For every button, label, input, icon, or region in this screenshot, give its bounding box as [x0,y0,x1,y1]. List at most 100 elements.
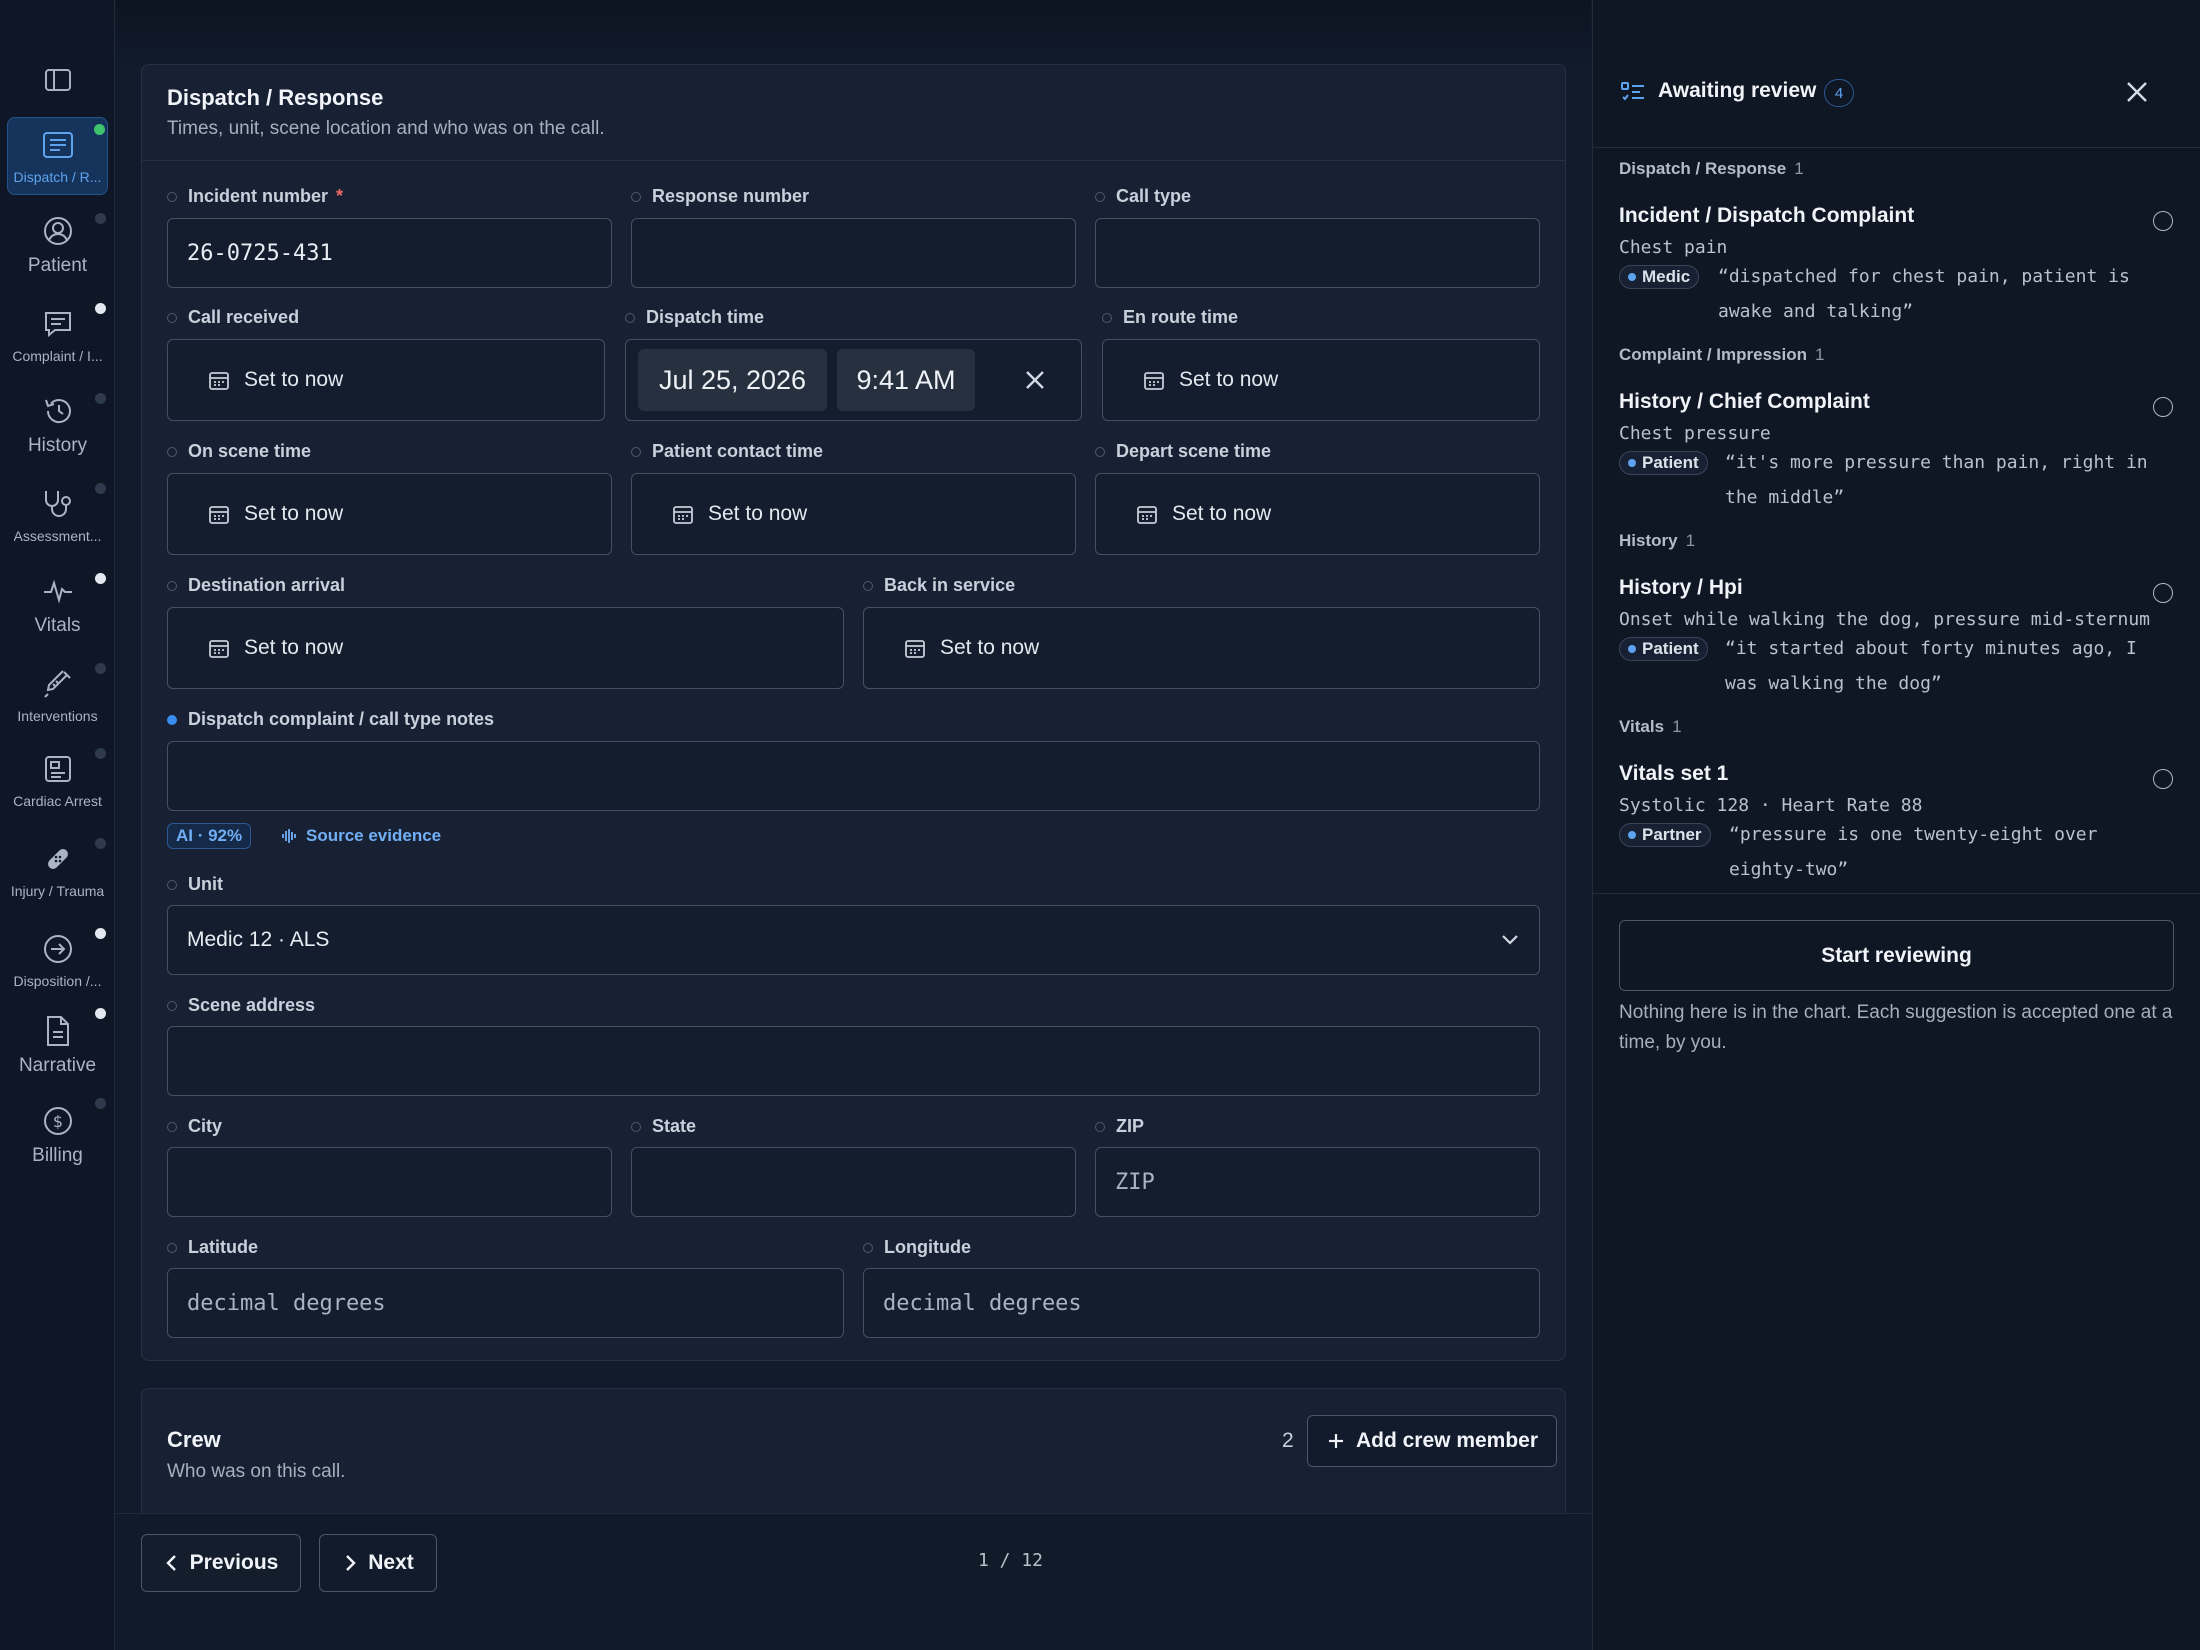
scene-address-input[interactable] [167,1026,1540,1096]
status-dot [167,1242,177,1253]
crew-count: 2 [1282,1429,1294,1452]
response-number-label: Response number [631,186,809,207]
sidebar-item-assessment[interactable]: Assessment... [7,477,108,553]
response-number-input[interactable] [631,218,1076,288]
pulse-icon [40,573,76,609]
sidebar-item-complaint[interactable]: Complaint / I... [7,297,108,373]
status-dot [167,1121,177,1132]
status-dot [1095,1121,1105,1132]
crew-title: Crew [167,1427,221,1452]
dispatch-date-chip[interactable]: Jul 25, 2026 [638,349,827,411]
sidebar-item-cardiac-arrest[interactable]: Cardiac Arrest [7,742,108,818]
status-dot [1095,191,1105,202]
suggestion-radio[interactable] [2153,583,2173,603]
en-route-time-label: En route time [1102,307,1238,328]
sidebar-toggle-icon[interactable] [40,66,76,94]
sidebar-item-label: Complaint / I... [12,348,103,364]
divider [1593,893,2200,894]
dispatch-time-label: Dispatch time [625,307,764,328]
destination-arrival-label: Destination arrival [167,575,345,596]
suggestion-title[interactable]: History / Chief Complaint [1619,390,1870,414]
dispatch-time-input[interactable]: Jul 25, 2026 9:41 AM [625,339,1082,421]
status-dot [631,1121,641,1132]
patient-contact-time-set-now[interactable]: Set to now [631,473,1076,555]
add-crew-member-button[interactable]: Add crew member [1307,1415,1557,1467]
previous-button[interactable]: Previous [141,1534,301,1592]
status-dot [95,573,106,584]
sidebar-item-injury[interactable]: Injury / Trauma [7,832,108,908]
city-label: City [167,1116,222,1137]
panel-title: Awaiting review [1658,79,1817,102]
longitude-label: Longitude [863,1237,971,1258]
sidebar-item-dispatch[interactable]: Dispatch / R... [7,117,108,195]
sidebar-item-label: Disposition /... [13,973,102,989]
latitude-input[interactable]: decimal degrees [167,1268,844,1338]
required-mark: * [336,186,344,206]
sidebar-item-vitals[interactable]: Vitals [7,567,108,643]
dispatch-time-chip[interactable]: 9:41 AM [837,349,975,411]
city-input[interactable] [167,1147,612,1217]
suggestion-radio[interactable] [2153,397,2173,417]
sidebar-item-label: Patient [27,255,88,276]
status-dot [95,213,106,224]
sidebar-item-history[interactable]: History [7,387,108,463]
speaker-badge: Patient [1619,451,1708,475]
status-dot [1102,312,1112,323]
clear-icon[interactable] [1019,364,1051,396]
status-dot [625,312,635,323]
state-label: State [631,1116,696,1137]
on-scene-time-label: On scene time [167,441,311,462]
next-button[interactable]: Next [319,1534,437,1592]
source-evidence-link[interactable]: Source evidence [281,823,441,849]
call-received-set-now[interactable]: Set to now [167,339,605,421]
suggestion-radio[interactable] [2153,211,2173,231]
longitude-input[interactable]: decimal degrees [863,1268,1540,1338]
suggestion-title[interactable]: History / Hpi [1619,576,1743,600]
back-in-service-set-now[interactable]: Set to now [863,607,1540,689]
status-dot [167,580,177,591]
depart-scene-time-label: Depart scene time [1095,441,1271,462]
document-icon [40,1013,76,1049]
dispatch-response-card: Dispatch / Response Times, unit, scene l… [141,64,1566,1361]
depart-scene-time-set-now[interactable]: Set to now [1095,473,1540,555]
history-icon [40,393,76,429]
status-dot [94,124,105,135]
close-icon[interactable] [2123,78,2151,111]
calendar-icon [1136,503,1158,525]
status-dot [1095,446,1105,457]
speaker-badge: Partner [1619,823,1711,847]
page-indicator: 1 / 12 [978,1550,1044,1571]
zip-input[interactable]: ZIP [1095,1147,1540,1217]
review-count-badge: 4 [1824,79,1854,107]
start-reviewing-button[interactable]: Start reviewing [1619,920,2174,991]
footer-nav: Previous Next 1 / 12 [116,1513,1591,1650]
panel-header: Awaiting review 4 [1593,0,2200,148]
calendar-icon [904,637,926,659]
sidebar-item-billing[interactable]: $ Billing [7,1092,108,1178]
suggestion-title[interactable]: Vitals set 1 [1619,762,1728,786]
sidebar-item-narrative[interactable]: Narrative [7,1002,108,1088]
status-dot [95,303,106,314]
dispatch-notes-input[interactable] [167,741,1540,811]
sidebar-item-disposition[interactable]: Disposition /... [7,922,108,998]
en-route-time-set-now[interactable]: Set to now [1102,339,1540,421]
destination-arrival-set-now[interactable]: Set to now [167,607,844,689]
section-title: Dispatch / Response [167,85,384,110]
chevron-left-icon [165,1555,176,1571]
incident-number-input[interactable]: 26-0725-431 [167,218,612,288]
crew-subtitle: Who was on this call. [167,1461,346,1482]
sidebar-item-interventions[interactable]: Interventions [7,657,108,733]
suggestion-quote: “pressure is one twenty-eight over eight… [1729,824,2098,880]
list-icon [40,127,76,163]
suggestion-title[interactable]: Incident / Dispatch Complaint [1619,204,1914,228]
state-input[interactable] [631,1147,1076,1217]
sidebar-item-patient[interactable]: Patient [7,207,108,283]
scene-address-label: Scene address [167,995,315,1016]
call-type-input[interactable] [1095,218,1540,288]
on-scene-time-set-now[interactable]: Set to now [167,473,612,555]
section-subtitle: Times, unit, scene location and who was … [167,118,605,139]
unit-select[interactable]: Medic 12 · ALS [167,905,1540,975]
sidebar-item-label: Interventions [17,708,98,724]
patient-contact-time-label: Patient contact time [631,441,823,462]
suggestion-radio[interactable] [2153,769,2173,789]
